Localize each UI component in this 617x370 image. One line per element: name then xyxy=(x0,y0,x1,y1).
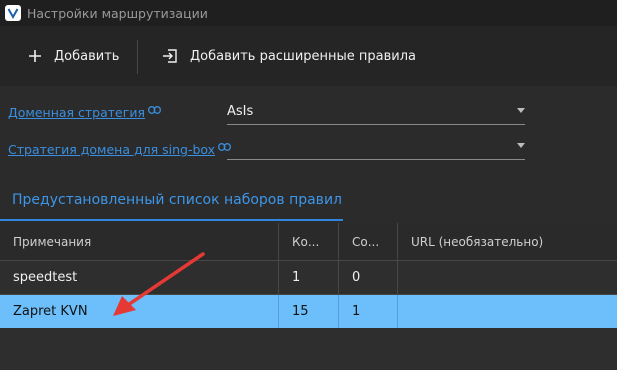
table-header: Примечания Ко... Со... URL (необязательн… xyxy=(0,223,617,261)
add-advanced-rules-button[interactable]: Добавить расширенные правила xyxy=(162,26,416,86)
domain-strategy-link[interactable]: Доменная стратегия xyxy=(8,105,161,120)
title-bar: Настройки маршрутизации xyxy=(0,0,617,26)
cell-sort: 1 xyxy=(339,295,398,328)
singbox-strategy-link[interactable]: Стратегия домена для sing-box xyxy=(8,142,232,157)
plus-icon xyxy=(28,49,42,63)
chevron-down-icon xyxy=(517,108,525,113)
rulesets-table: Примечания Ко... Со... URL (необязательн… xyxy=(0,223,617,370)
cell-count: 15 xyxy=(279,295,339,328)
cell-remarks: Zapret KVN xyxy=(0,295,279,328)
domain-strategy-select[interactable]: AsIs xyxy=(227,99,525,125)
column-header-sort[interactable]: Со... xyxy=(339,223,398,260)
toolbar-separator xyxy=(137,40,138,74)
column-header-remarks[interactable]: Примечания xyxy=(0,223,279,260)
chevron-down-icon xyxy=(517,143,525,148)
singbox-strategy-label: Стратегия домена для sing-box xyxy=(8,142,216,157)
table-empty-area xyxy=(0,328,617,370)
domain-strategy-value: AsIs xyxy=(227,104,254,119)
table-row-selected[interactable]: Zapret KVN 15 1 xyxy=(0,295,617,328)
cell-count: 1 xyxy=(279,261,339,294)
singbox-strategy-select[interactable] xyxy=(227,134,525,160)
tab-active-indicator xyxy=(0,219,343,221)
cell-remarks: speedtest xyxy=(0,261,279,294)
tab-predefined-rulesets[interactable]: Предустановленный список наборов правил xyxy=(0,180,343,220)
table-row[interactable]: speedtest 1 0 xyxy=(0,261,617,295)
import-icon xyxy=(162,48,178,64)
cell-sort: 0 xyxy=(339,261,398,294)
domain-strategy-label: Доменная стратегия xyxy=(8,105,145,120)
window-title: Настройки маршрутизации xyxy=(27,5,208,21)
column-header-url[interactable]: URL (необязательно) xyxy=(398,223,617,260)
toolbar: Добавить Добавить расширенные правила xyxy=(0,26,617,86)
cell-url xyxy=(398,261,617,294)
app-logo-icon xyxy=(5,5,21,21)
add-advanced-rules-label: Добавить расширенные правила xyxy=(190,48,417,64)
tab-label: Предустановленный список наборов правил xyxy=(12,192,342,208)
cell-url xyxy=(398,295,617,328)
add-button[interactable]: Добавить xyxy=(28,26,119,86)
column-header-count[interactable]: Ко... xyxy=(279,223,339,260)
link-icon xyxy=(148,102,161,117)
add-button-label: Добавить xyxy=(54,48,120,64)
